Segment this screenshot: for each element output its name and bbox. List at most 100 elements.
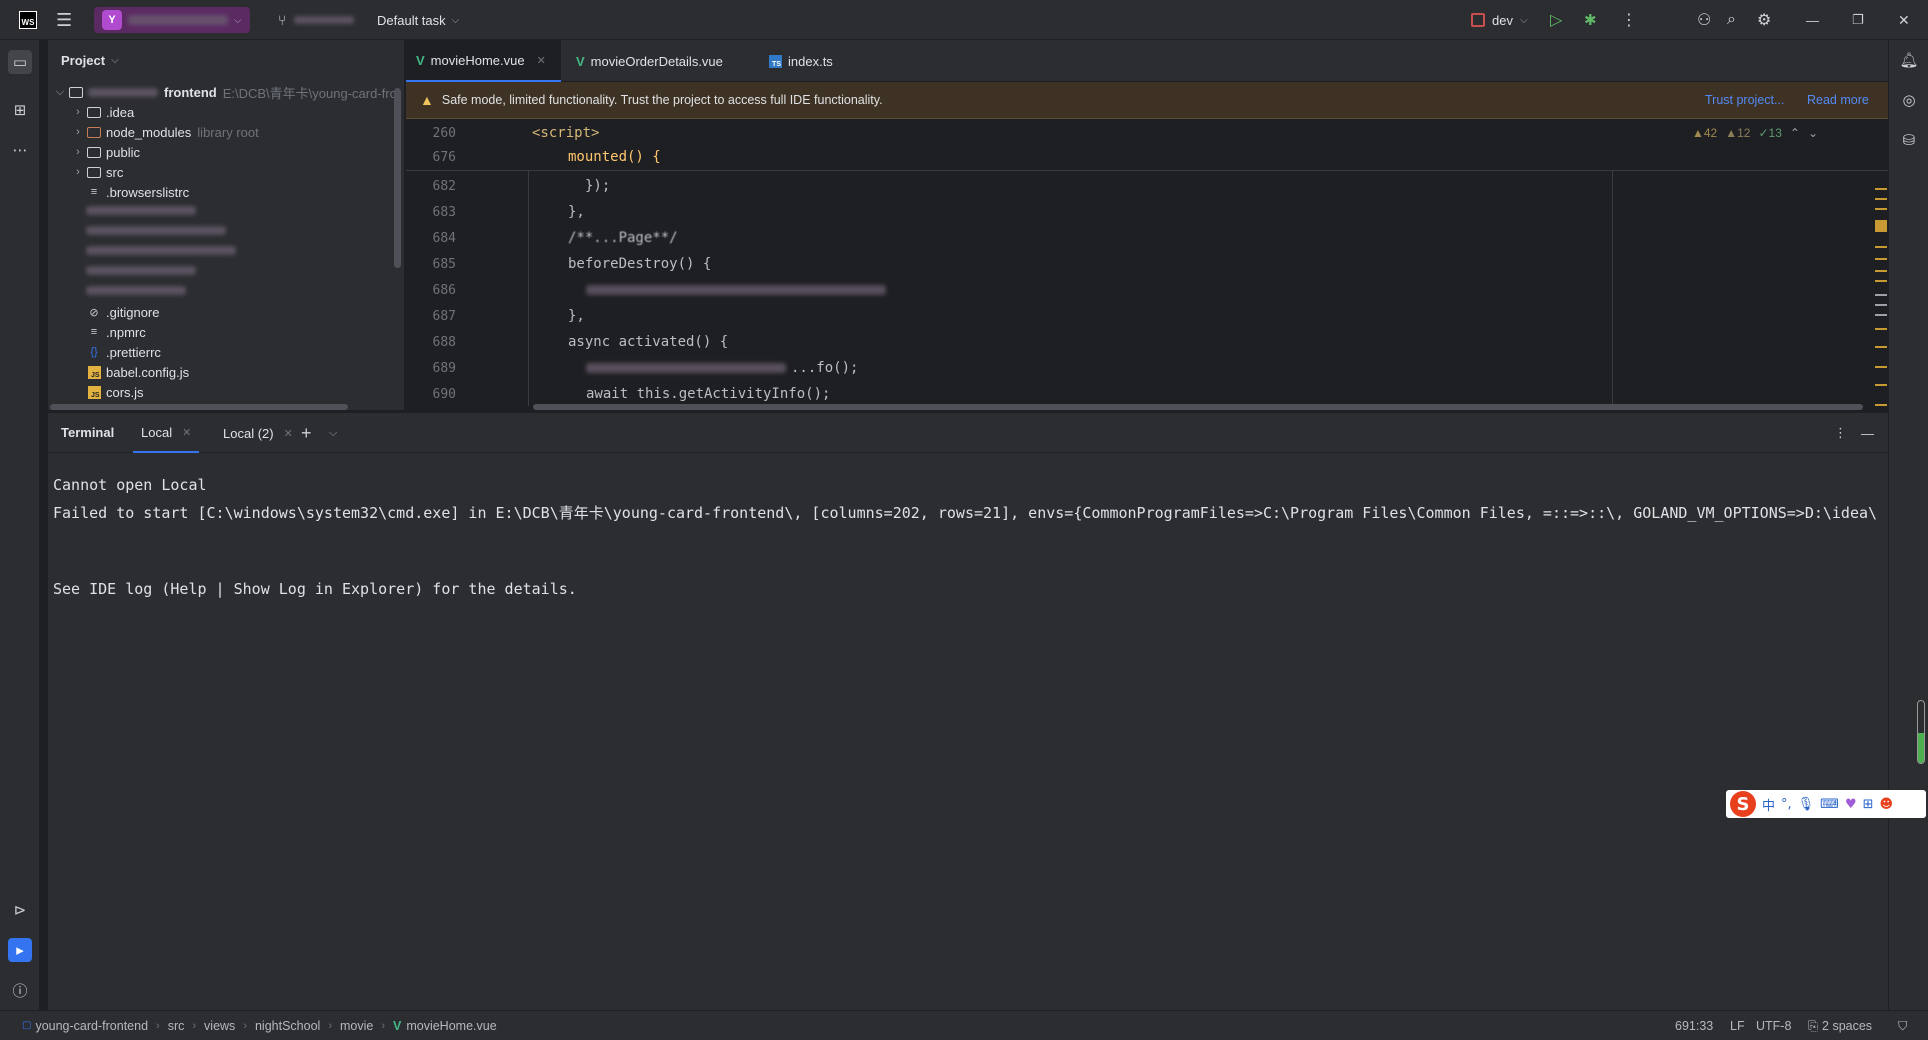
code-line[interactable]: 685 beforeDestroy() { (406, 251, 1786, 277)
line-separator[interactable]: LF (1730, 1011, 1745, 1040)
tree-item[interactable]: ≡ .browserslistrc (86, 182, 189, 202)
breadcrumb-item[interactable]: nightSchool (255, 1019, 320, 1033)
code-line[interactable]: 684 /**...Page**/ (406, 225, 1786, 251)
code-text: /**...Page**/ (568, 230, 678, 246)
js-file-icon: JS (86, 365, 102, 379)
tree-item[interactable]: › public (70, 142, 140, 162)
run-icon[interactable]: ▷ (1550, 0, 1562, 40)
task-selector[interactable]: Default task ⌵ (377, 0, 459, 40)
chevron-down-icon: ⌵ (1519, 14, 1528, 26)
editor-horizontal-scrollbar[interactable] (533, 404, 1863, 410)
tree-item[interactable]: ≡ .npmrc (86, 322, 146, 342)
sticky-line[interactable]: 260 <script> (406, 120, 1786, 146)
project-tool-folder-icon[interactable]: ▭ (8, 50, 32, 74)
hide-panel-icon[interactable]: — (1861, 413, 1874, 453)
file-encoding[interactable]: UTF-8 (1756, 1011, 1791, 1040)
tree-item[interactable]: ⊘ .gitignore (86, 302, 159, 322)
chevron-right-icon: › (381, 1019, 385, 1032)
chevron-down-icon[interactable]: ⌵ (329, 413, 337, 453)
terminal-icon[interactable]: ▸ (8, 938, 32, 962)
ai-assistant-icon[interactable]: ◎ (1899, 90, 1919, 110)
minimize-icon[interactable]: — (1806, 0, 1819, 40)
toolbox-icon[interactable]: ⊞ (1863, 797, 1874, 812)
chevron-right-icon: › (328, 1019, 332, 1032)
settings-icon[interactable]: ⚙ (1757, 0, 1771, 40)
terminal-tab[interactable]: Local (2) ✕ (215, 413, 301, 453)
code-line[interactable]: 683 }, (406, 199, 1786, 225)
vcs-branch-widget[interactable]: ⑂ (278, 0, 355, 40)
structure-icon[interactable]: ⊞ (8, 98, 32, 122)
breadcrumb-item[interactable]: src (168, 1019, 185, 1033)
editor-tab[interactable]: V movieHome.vue ✕ (406, 40, 561, 82)
tree-item-hint: library root (197, 124, 259, 140)
code-line[interactable]: 687 }, (406, 303, 1786, 329)
terminal-output[interactable]: Cannot open Local Failed to start [C:\wi… (48, 454, 1888, 1011)
code-line[interactable]: 686 (406, 277, 1786, 303)
line-number: 689 (432, 360, 456, 376)
redacted-tree-item (86, 206, 196, 215)
indent-widget[interactable]: ⎘ 2 spaces (1808, 1011, 1872, 1040)
close-window-icon[interactable]: ✕ (1898, 0, 1910, 40)
code-line[interactable]: 682 }); (406, 173, 1786, 199)
run-config-selector[interactable]: dev ⌵ (1471, 0, 1528, 40)
tree-item[interactable]: JS babel.config.js (86, 362, 189, 382)
caret-position[interactable]: 691:33 (1675, 1011, 1713, 1040)
new-terminal-tab-icon[interactable]: + (301, 413, 312, 453)
readonly-lock-icon[interactable]: ⛉ (1898, 1011, 1907, 1040)
breadcrumb-item[interactable]: movie (340, 1019, 373, 1033)
project-switcher[interactable]: Y ⌵ (94, 0, 250, 40)
memory-indicator[interactable] (1917, 700, 1925, 764)
inspection-widget[interactable]: ▲42 ▲12 ✓13 ⌃ ⌄ (1692, 126, 1818, 140)
close-tab-icon[interactable]: ✕ (182, 426, 191, 439)
tree-item[interactable]: › node_modules library root (70, 122, 259, 142)
breadcrumb-item[interactable]: movieHome.vue (406, 1019, 496, 1033)
keyboard-icon[interactable]: ⌨ (1820, 797, 1839, 812)
tree-item[interactable]: › src (70, 162, 123, 182)
ime-language-toggle[interactable]: 中 (1762, 795, 1775, 814)
tree-item[interactable]: JS cors.js (86, 382, 144, 402)
sogou-logo-icon[interactable]: S (1730, 791, 1756, 817)
restore-icon[interactable]: ❐ (1852, 0, 1864, 40)
breadcrumb-item[interactable]: views (204, 1019, 235, 1033)
microphone-icon[interactable]: 🎙︎ (1798, 797, 1815, 812)
more-tools-icon[interactable]: ⋯ (8, 138, 32, 162)
terminal-options-icon[interactable]: ⋮ (1834, 413, 1847, 453)
more-actions-icon[interactable]: ⋮ (1621, 0, 1637, 40)
debug-icon[interactable]: ✱ (1584, 0, 1597, 40)
database-icon[interactable]: ⛁ (1899, 130, 1919, 150)
project-panel-header[interactable]: Project ⌵ (48, 40, 404, 80)
code-line[interactable]: 688 async activated() { (406, 329, 1786, 355)
ime-menu-icon[interactable]: ☻ (1880, 797, 1894, 812)
app-logo[interactable]: WS (19, 0, 37, 40)
notifications-icon[interactable]: 🔔︎ (1899, 50, 1919, 70)
tree-item[interactable]: {} .prettierrc (86, 342, 161, 362)
search-icon[interactable]: ⌕ (1727, 0, 1736, 40)
project-vertical-scrollbar[interactable] (394, 88, 401, 268)
project-panel: Project ⌵ ⌵ frontend E:\DCB\青年卡\young-ca… (48, 40, 404, 410)
chevron-down-icon[interactable]: ⌄ (1808, 126, 1818, 140)
error-stripe[interactable] (1875, 146, 1889, 406)
tree-root-row[interactable]: ⌵ frontend E:\DCB\青年卡\young-card-fro (52, 82, 397, 102)
breadcrumb-item[interactable]: young-card-frontend (35, 1019, 148, 1033)
tree-item[interactable]: › .idea (70, 102, 134, 122)
project-horizontal-scrollbar[interactable] (50, 404, 348, 410)
line-number: 684 (432, 230, 456, 246)
code-line[interactable]: 689 ...fo(); (406, 355, 1786, 381)
editor-tab[interactable]: TS index.ts (759, 40, 843, 82)
main-menu-icon[interactable]: ☰ (56, 0, 72, 40)
tree-item-label: cors.js (106, 384, 144, 400)
ime-punctuation-toggle[interactable]: °, (1781, 797, 1792, 812)
close-tab-icon[interactable]: ✕ (284, 427, 293, 440)
terminal-tab[interactable]: Local ✕ (133, 413, 200, 453)
skin-icon[interactable]: ♥ (1845, 797, 1857, 812)
chevron-up-icon[interactable]: ⌃ (1790, 126, 1800, 140)
trust-project-link[interactable]: Trust project... (1705, 93, 1784, 107)
add-user-icon[interactable]: ⚇ (1697, 0, 1711, 40)
close-tab-icon[interactable]: ✕ (537, 54, 546, 67)
services-icon[interactable]: ⊳ (8, 898, 32, 922)
status-bar: ▢ young-card-frontend › src › views › ni… (0, 1010, 1928, 1040)
sticky-line[interactable]: 676 mounted() { (406, 144, 1786, 170)
read-more-link[interactable]: Read more (1807, 93, 1869, 107)
problems-icon[interactable]: ⓘ (8, 978, 32, 1002)
editor-tab[interactable]: V movieOrderDetails.vue (566, 40, 733, 82)
